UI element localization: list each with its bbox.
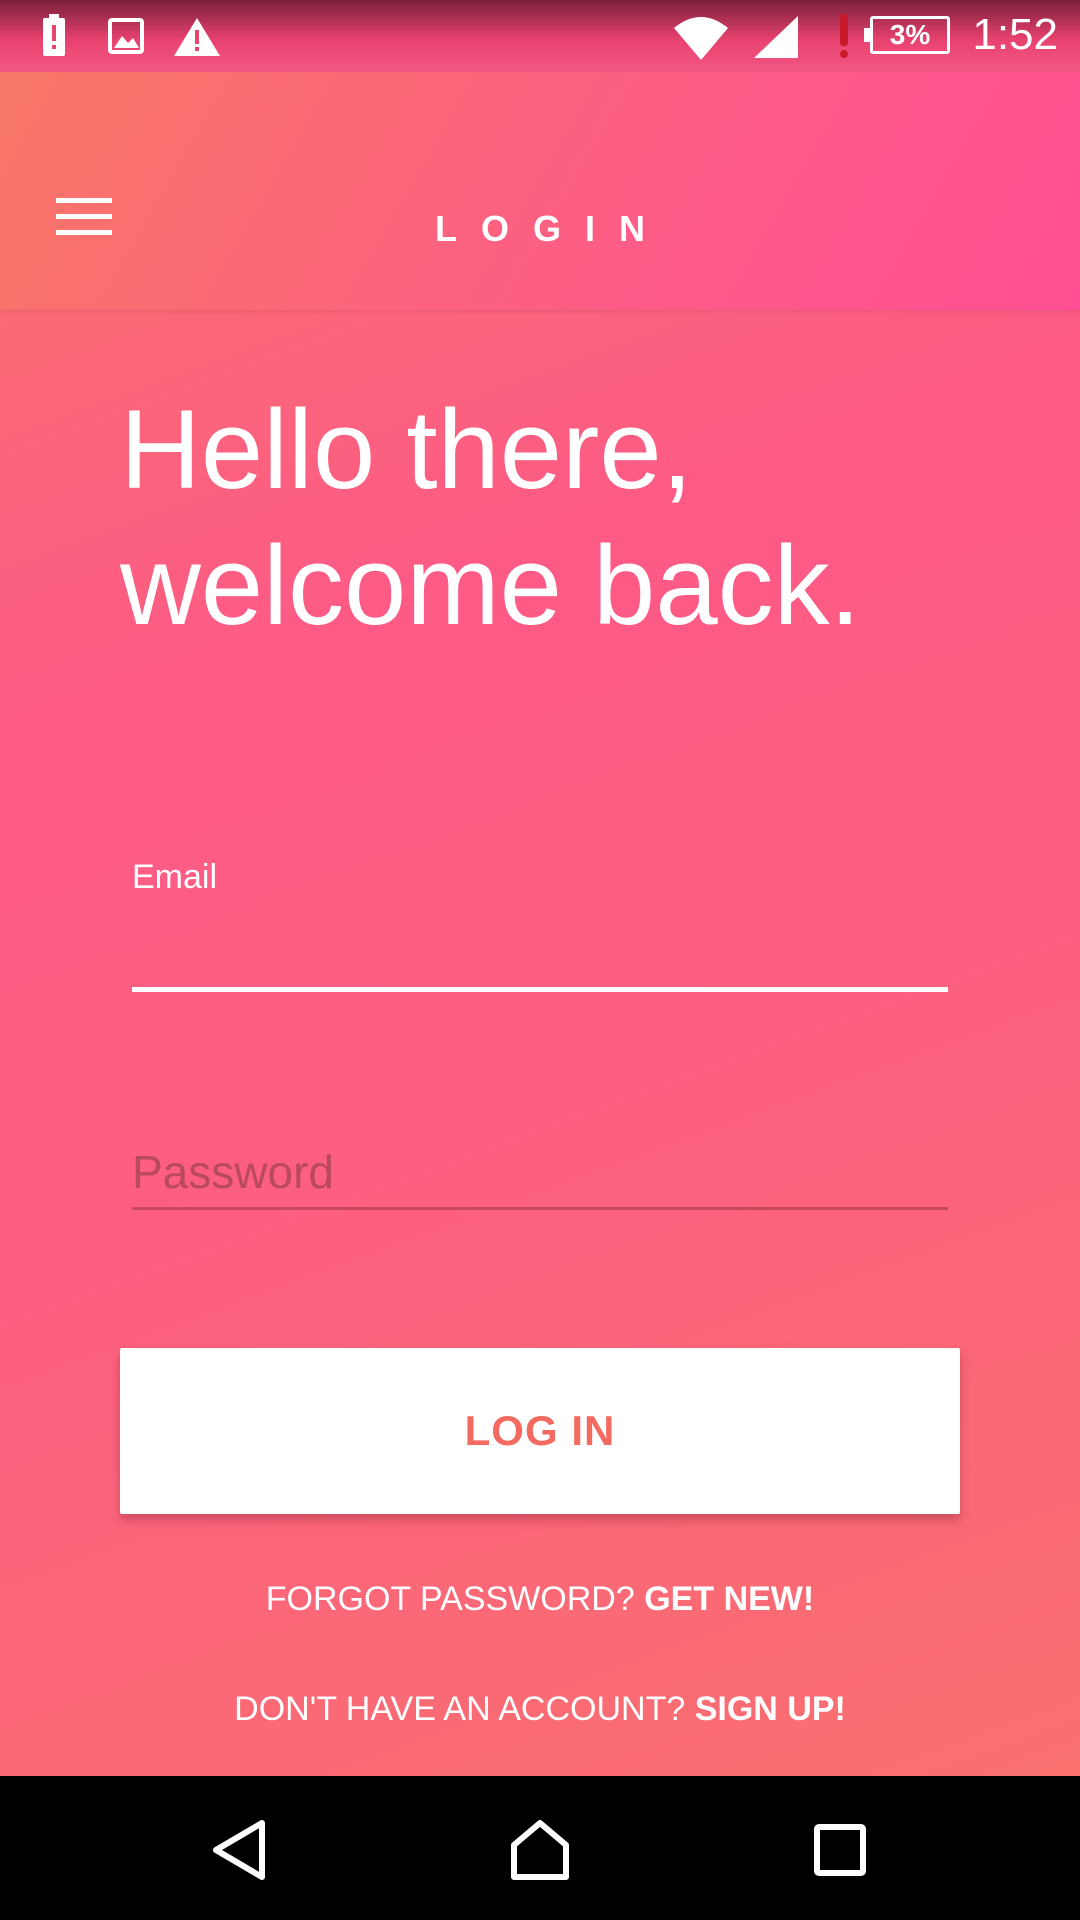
warning-icon: [172, 16, 222, 63]
login-screen: 3% 1:52 LOGIN Hello there, welcome back.…: [0, 0, 1080, 1776]
battery-percent: 3%: [889, 19, 931, 50]
forgot-password-text: FORGOT PASSWORD?: [265, 1580, 635, 1618]
get-new-link[interactable]: GET NEW!: [644, 1580, 814, 1618]
sign-up-link[interactable]: SIGN UP!: [695, 1690, 846, 1728]
signup-row: DON'T HAVE AN ACCOUNT? SIGN UP!: [0, 1690, 1080, 1729]
red-alert-icon: [838, 12, 850, 60]
battery-alert-icon: [40, 14, 68, 63]
battery-icon: 3%: [864, 16, 950, 54]
page-title: LOGIN: [435, 208, 669, 249]
password-field[interactable]: [132, 1136, 948, 1210]
greeting-line-1: Hello there,: [120, 387, 693, 512]
forgot-password-row: FORGOT PASSWORD? GET NEW!: [0, 1580, 1080, 1619]
status-bar: 3% 1:52: [0, 0, 1080, 72]
image-icon: [108, 18, 144, 59]
greeting-heading: Hello there, welcome back.: [120, 382, 1020, 654]
greeting-line-2: welcome back.: [120, 523, 861, 648]
app-bar: [0, 72, 1080, 310]
navigation-bar: [0, 1776, 1080, 1920]
home-icon[interactable]: [490, 1800, 590, 1900]
back-icon[interactable]: [190, 1800, 290, 1900]
email-field[interactable]: [132, 920, 948, 992]
email-label: Email: [132, 858, 218, 896]
status-time: 1:52: [972, 10, 1058, 59]
login-button[interactable]: LOG IN: [120, 1348, 960, 1514]
signal-icon: [752, 14, 800, 65]
recents-icon[interactable]: [790, 1800, 890, 1900]
wifi-icon: [672, 14, 730, 67]
signup-text: DON'T HAVE AN ACCOUNT?: [234, 1690, 686, 1728]
